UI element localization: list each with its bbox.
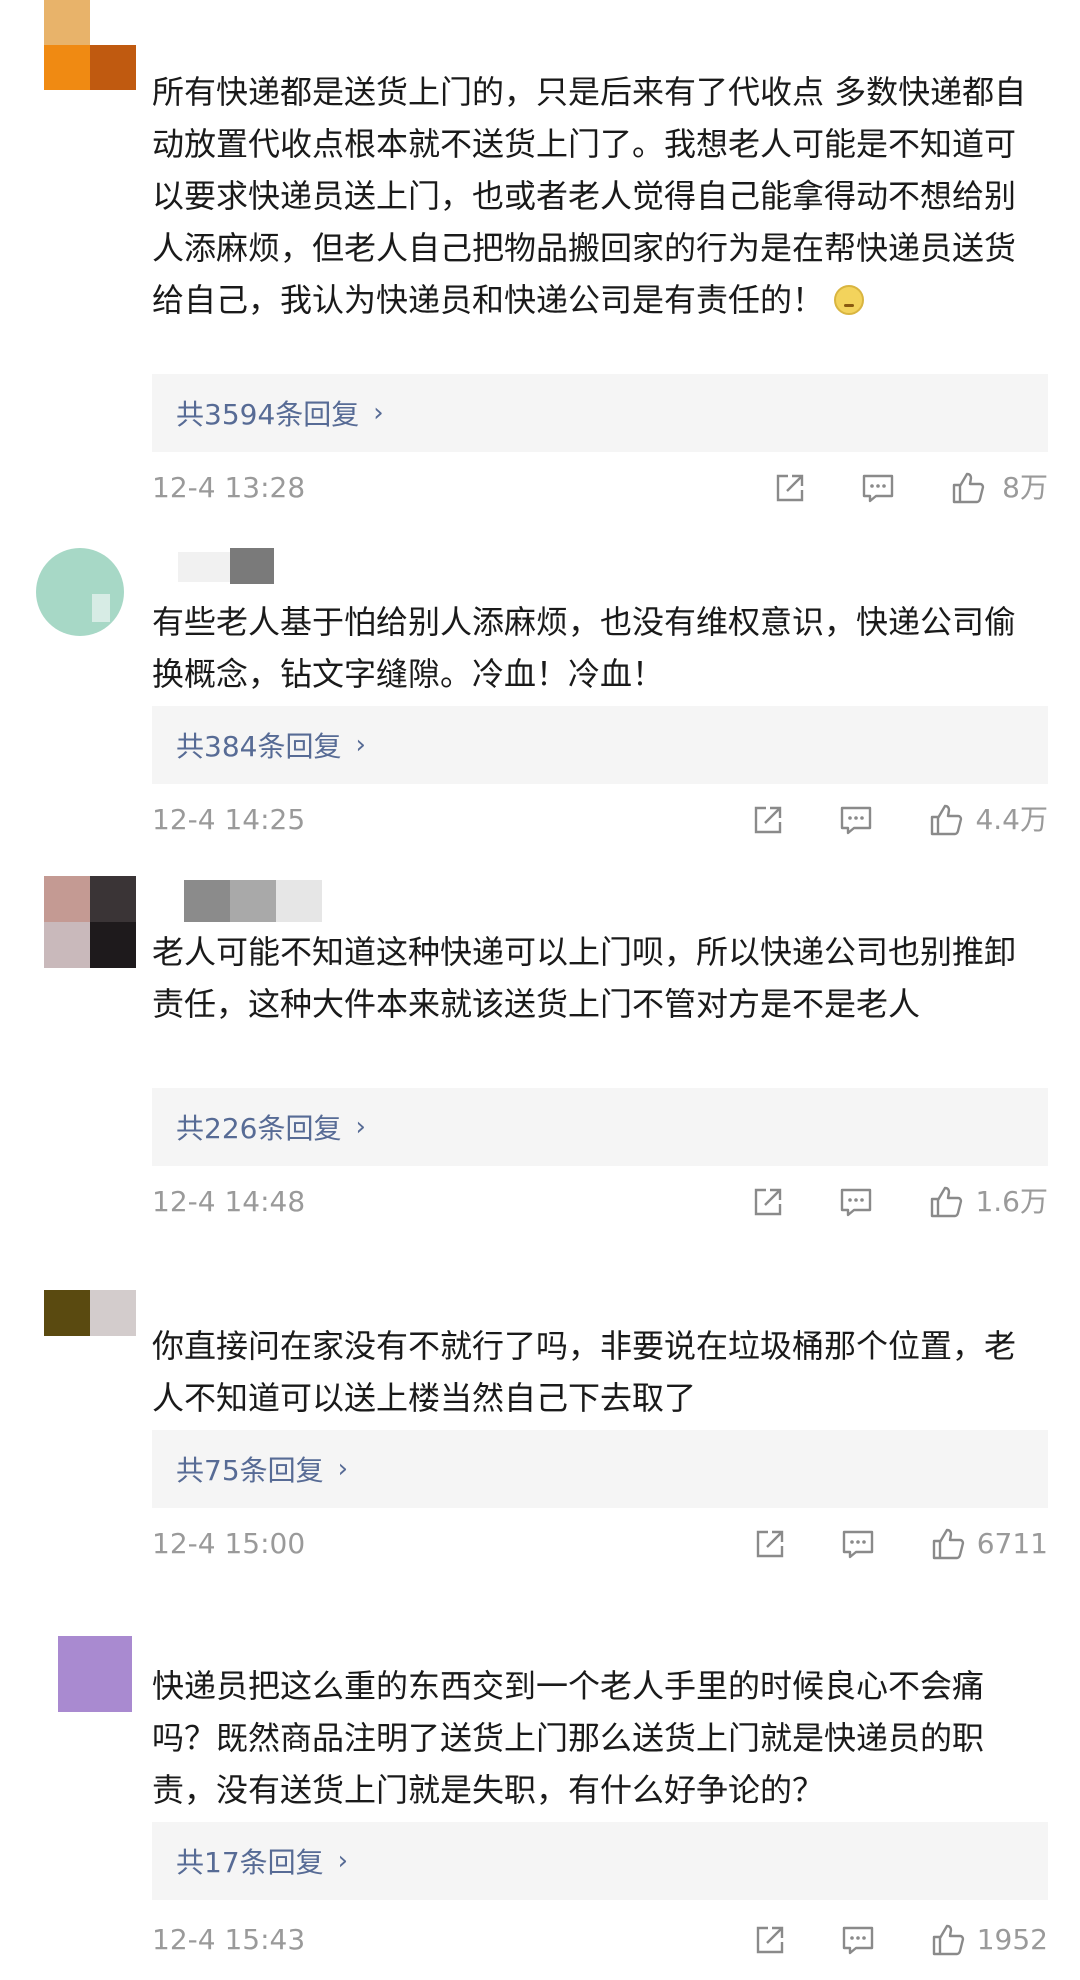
chevron-right-icon: › — [337, 1846, 349, 1876]
chevron-right-icon: › — [373, 398, 384, 428]
comment-meta: 12-4 14:25 4.4万 — [152, 800, 1048, 840]
thumbs-up-icon[interactable] — [950, 470, 986, 506]
comment-icon[interactable] — [838, 802, 874, 838]
reply-count-label: 共17条回复 — [176, 1846, 324, 1879]
comment-text: 有些老人基于怕给别人添麻烦，也没有维权意识，快递公司偷换概念，钻文字缝隙。冷血！… — [152, 603, 1017, 693]
username-obscured — [184, 880, 324, 922]
comment-meta: 12-4 13:28 8万 — [152, 468, 1048, 508]
thumbs-up-icon[interactable] — [930, 1922, 966, 1958]
like-count: 6711 — [976, 1527, 1048, 1560]
reply-count-label: 共3594条回复 — [176, 398, 360, 431]
avatar[interactable] — [58, 1636, 132, 1712]
comment-text: 所有快递都是送货上门的，只是后来有了代收点 多数快递都自动放置代收点根本就不送货… — [152, 73, 1027, 319]
thumbs-up-icon[interactable] — [928, 1184, 964, 1220]
share-icon[interactable] — [752, 1922, 788, 1958]
reply-count-button[interactable]: 共75条回复 › — [152, 1430, 1048, 1508]
avatar[interactable] — [44, 1290, 136, 1336]
reply-count-button[interactable]: 共226条回复 › — [152, 1088, 1048, 1166]
reply-count-label: 共384条回复 — [176, 730, 342, 763]
like-count: 1.6万 — [975, 1185, 1048, 1218]
comment-meta: 12-4 15:00 6711 — [152, 1524, 1048, 1564]
avatar[interactable] — [44, 0, 136, 90]
comment-meta: 12-4 14:48 1.6万 — [152, 1182, 1048, 1222]
comment-icon[interactable] — [860, 470, 896, 506]
reply-count-button[interactable]: 共3594条回复 › — [152, 374, 1048, 452]
reply-count-button[interactable]: 共17条回复 › — [152, 1822, 1048, 1900]
share-icon[interactable] — [750, 1184, 786, 1220]
like-count: 4.4万 — [975, 803, 1048, 836]
comment-time: 12-4 15:00 — [152, 1527, 306, 1560]
reply-count-label: 共75条回复 — [176, 1454, 324, 1487]
username-obscured — [230, 548, 274, 584]
thumbs-up-icon[interactable] — [930, 1526, 966, 1562]
comment-meta: 12-4 15:43 1952 — [152, 1920, 1048, 1960]
comment-text: 快递员把这么重的东西交到一个老人手里的时候良心不会痛吗？既然商品注明了送货上门那… — [152, 1667, 985, 1809]
share-icon[interactable] — [772, 470, 808, 506]
like-count: 8万 — [1002, 471, 1048, 504]
thinking-face-emoji — [834, 285, 865, 315]
comment-icon[interactable] — [840, 1922, 876, 1958]
comment-text: 你直接问在家没有不就行了吗，非要说在垃圾桶那个位置，老人不知道可以送上楼当然自己… — [152, 1327, 1017, 1417]
comment-time: 12-4 15:43 — [152, 1923, 306, 1956]
chevron-right-icon: › — [355, 1112, 366, 1142]
avatar[interactable] — [44, 876, 136, 968]
share-icon[interactable] — [750, 802, 786, 838]
comment-time: 12-4 13:28 — [152, 471, 306, 504]
avatar[interactable] — [36, 548, 124, 636]
like-count: 1952 — [976, 1923, 1048, 1956]
comment-time: 12-4 14:48 — [152, 1185, 306, 1218]
comment-text: 老人可能不知道这种快递可以上门呗，所以快递公司也别推卸责任，这种大件本来就该送货… — [152, 933, 1017, 1023]
comment-icon[interactable] — [840, 1526, 876, 1562]
comment-icon[interactable] — [838, 1184, 874, 1220]
thumbs-up-icon[interactable] — [928, 802, 964, 838]
share-icon[interactable] — [752, 1526, 788, 1562]
reply-count-button[interactable]: 共384条回复 › — [152, 706, 1048, 784]
chevron-right-icon: › — [355, 730, 366, 760]
chevron-right-icon: › — [337, 1454, 349, 1484]
reply-count-label: 共226条回复 — [176, 1112, 342, 1145]
comment-time: 12-4 14:25 — [152, 803, 306, 836]
